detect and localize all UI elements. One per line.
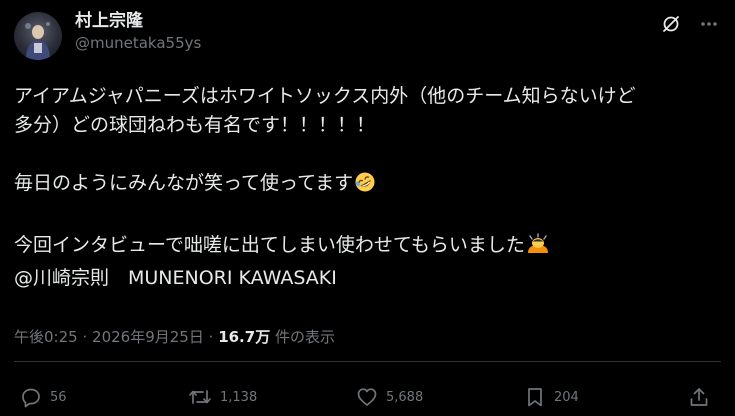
divider bbox=[14, 361, 721, 362]
tweet-card: 村上宗隆 @munetaka55ys アイアムジャパニーズはホワイトソックス内外… bbox=[0, 0, 735, 416]
tweet-date[interactable]: 2026年9月25日 bbox=[92, 328, 204, 346]
bookmark-count: 204 bbox=[554, 389, 579, 405]
repost-icon bbox=[189, 390, 211, 404]
like-button[interactable]: 5,688 bbox=[356, 386, 423, 408]
more-options-button[interactable] bbox=[697, 12, 721, 36]
top-right-actions bbox=[659, 12, 721, 36]
meta-separator: · bbox=[82, 328, 88, 346]
repost-button[interactable]: 1,138 bbox=[188, 386, 257, 408]
grok-icon bbox=[663, 16, 679, 32]
more-icon bbox=[701, 22, 717, 26]
bowing-person-emoji bbox=[526, 233, 550, 264]
avatar[interactable] bbox=[14, 12, 62, 60]
tweet-line-6-text: 今回インタビューで咄嗟に出てしまい使わせてもらいました bbox=[14, 234, 525, 256]
views-label: 件の表示 bbox=[274, 328, 335, 346]
meta-separator: · bbox=[208, 328, 214, 346]
heart-icon bbox=[357, 388, 377, 406]
tweet-text: アイアムジャパニーズはホワイトソックス内外（他のチーム知らないけど 多分）どの球… bbox=[14, 82, 729, 293]
tweet-line-4-text: 毎日のようにみんなが笑って使ってます bbox=[14, 172, 354, 194]
author-info: 村上宗隆 @munetaka55ys bbox=[75, 10, 201, 54]
tweet-line-4: 毎日のようにみんなが笑って使ってます bbox=[14, 169, 729, 202]
mention-line[interactable]: @川崎宗則 MUNENORI KAWASAKI bbox=[14, 264, 729, 293]
author-display-name[interactable]: 村上宗隆 bbox=[75, 10, 201, 32]
tweet-line-2: 多分）どの球団ねわも有名です！！！！！ bbox=[14, 114, 376, 136]
author-handle[interactable]: @munetaka55ys bbox=[75, 32, 201, 54]
action-bar: 56 1,138 5,688 204 bbox=[14, 386, 721, 416]
like-count: 5,688 bbox=[386, 389, 424, 405]
share-button[interactable] bbox=[688, 386, 710, 408]
bookmark-icon bbox=[528, 388, 542, 407]
bookmark-button[interactable]: 204 bbox=[524, 386, 579, 408]
views-count: 16.7万 bbox=[218, 328, 271, 346]
tweet-line-6: 今回インタビューで咄嗟に出てしまい使わせてもらいました bbox=[14, 231, 729, 264]
reply-icon bbox=[22, 388, 40, 408]
share-icon bbox=[690, 388, 708, 406]
repost-count: 1,138 bbox=[220, 389, 258, 405]
grok-button[interactable] bbox=[659, 12, 683, 36]
rolling-on-floor-laughing-emoji bbox=[354, 171, 376, 202]
tweet-meta: 午後0:25 · 2026年9月25日 · 16.7万 件の表示 bbox=[14, 326, 335, 347]
tweet-time[interactable]: 午後0:25 bbox=[14, 328, 78, 346]
reply-button[interactable]: 56 bbox=[20, 386, 67, 408]
reply-count: 56 bbox=[50, 389, 67, 405]
tweet-line-1: アイアムジャパニーズはホワイトソックス内外（他のチーム知らないけど bbox=[14, 85, 636, 107]
